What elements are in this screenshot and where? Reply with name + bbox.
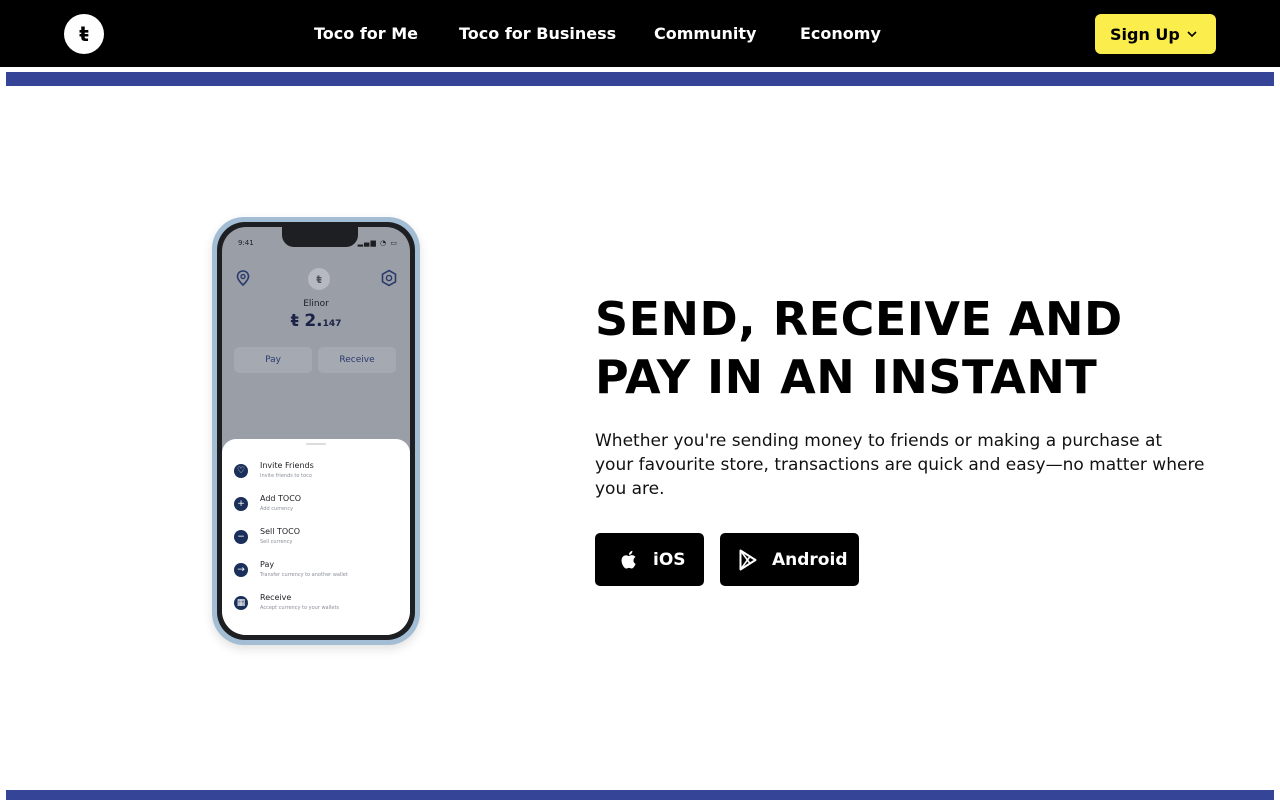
nav-link-community[interactable]: Community bbox=[654, 24, 756, 43]
hero-headline: SEND, RECEIVE AND PAY IN AN INSTANT bbox=[595, 290, 1215, 406]
sheet-item-add-toco: + Add TOCO Add currency bbox=[234, 494, 404, 518]
plus-icon: + bbox=[234, 497, 248, 511]
toco-logo[interactable]: ŧ bbox=[64, 14, 104, 54]
sheet-item-sell-toco: − Sell TOCO Sell currency bbox=[234, 527, 404, 551]
hero-subtext: Whether you're sending money to friends … bbox=[595, 431, 1205, 499]
android-download-button[interactable]: Android bbox=[720, 533, 859, 586]
action-sheet: ♡ Invite Friends Invite friends to toco … bbox=[222, 439, 410, 635]
qr-code-icon: ▦ bbox=[234, 596, 248, 610]
phone-screen: 9:41 ▂▄▆ ◔ ▭ ŧ Elinor ŧ 2.147 Pay Receiv… bbox=[222, 227, 410, 635]
top-accent-band bbox=[6, 72, 1274, 86]
balance-display: ŧ 2.147 bbox=[222, 311, 410, 331]
sheet-item-pay: → Pay Transfer currency to another walle… bbox=[234, 560, 404, 584]
location-pin-icon bbox=[236, 270, 250, 287]
chevron-down-icon bbox=[1187, 31, 1197, 38]
sign-up-button[interactable]: Sign Up bbox=[1095, 14, 1216, 54]
settings-hex-icon bbox=[381, 269, 397, 287]
phone-notch bbox=[282, 227, 358, 247]
nav-link-economy[interactable]: Economy bbox=[800, 24, 881, 43]
top-navbar: ŧ Toco for Me Toco for Business Communit… bbox=[0, 0, 1280, 67]
balance-fraction: 147 bbox=[322, 319, 342, 329]
bottom-accent-band bbox=[6, 790, 1274, 800]
hero-headline-line-1: SEND, RECEIVE AND bbox=[595, 292, 1123, 346]
phone-pay-button: Pay bbox=[234, 347, 312, 373]
heart-icon: ♡ bbox=[234, 464, 248, 478]
sheet-handle bbox=[306, 443, 326, 445]
signal-battery-icon: ▂▄▆ ◔ ▭ bbox=[357, 239, 398, 247]
toco-avatar-icon: ŧ bbox=[308, 268, 330, 290]
ios-label: iOS bbox=[653, 549, 686, 570]
hero-headline-line-2: PAY IN AN INSTANT bbox=[595, 350, 1098, 404]
arrow-right-icon: → bbox=[234, 563, 248, 577]
nav-link-toco-for-me[interactable]: Toco for Me bbox=[314, 24, 418, 43]
balance-symbol: ŧ bbox=[290, 311, 299, 331]
sign-up-label: Sign Up bbox=[1110, 24, 1180, 44]
ios-download-button[interactable]: iOS bbox=[595, 533, 704, 586]
sheet-item-invite-friends: ♡ Invite Friends Invite friends to toco bbox=[234, 461, 404, 485]
balance-whole: 2. bbox=[304, 311, 323, 331]
phone-receive-button: Receive bbox=[318, 347, 396, 373]
phone-time: 9:41 bbox=[238, 239, 254, 247]
nav-link-toco-for-business[interactable]: Toco for Business bbox=[459, 24, 616, 43]
phone-mockup: 9:41 ▂▄▆ ◔ ▭ ŧ Elinor ŧ 2.147 Pay Receiv… bbox=[212, 217, 420, 645]
toco-logo-glyph: ŧ bbox=[79, 22, 89, 46]
minus-icon: − bbox=[234, 530, 248, 544]
user-name: Elinor bbox=[303, 299, 329, 309]
apple-icon bbox=[621, 550, 636, 569]
google-play-icon bbox=[739, 549, 757, 570]
android-label: Android bbox=[772, 549, 848, 570]
sheet-item-receive: ▦ Receive Accept currency to your wallet… bbox=[234, 593, 404, 617]
